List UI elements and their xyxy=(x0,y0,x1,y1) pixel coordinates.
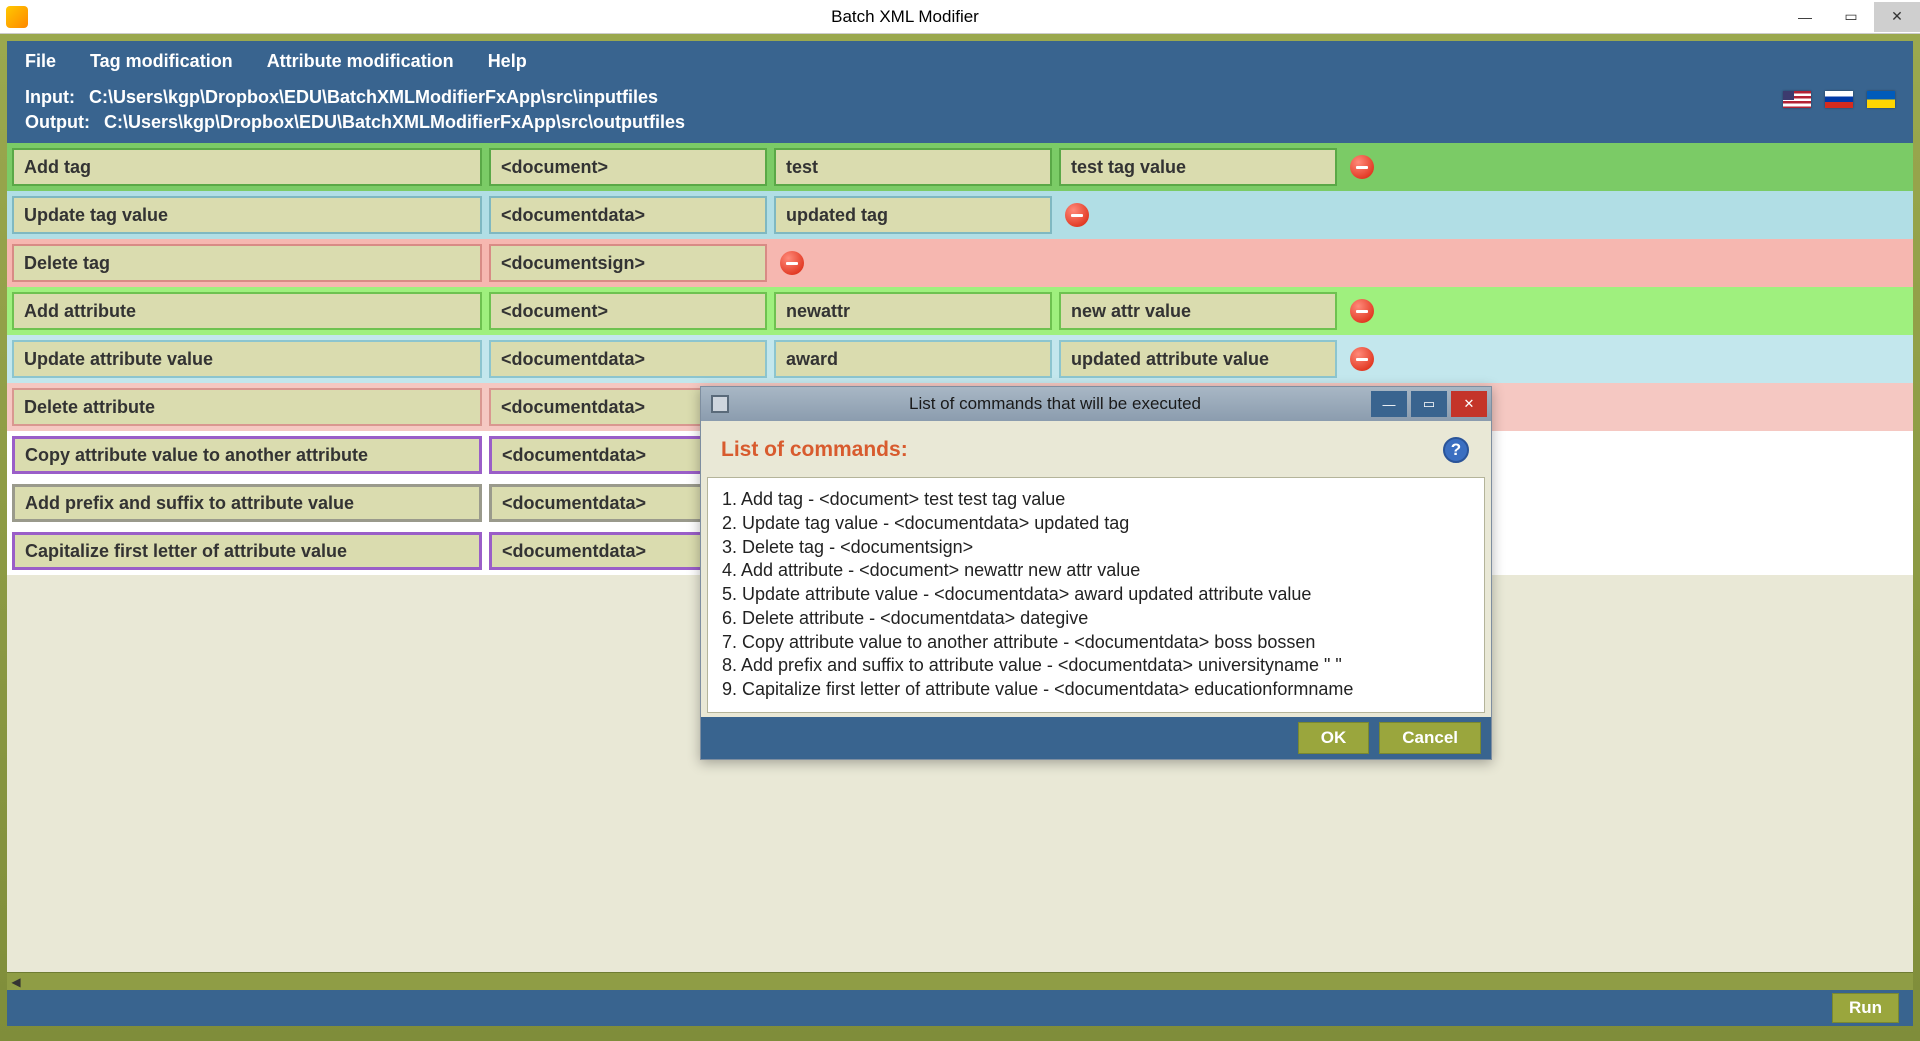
flag-us-icon[interactable] xyxy=(1783,91,1811,108)
dialog-maximize-button[interactable]: ▭ xyxy=(1411,391,1447,417)
dialog-list-item: 9. Capitalize first letter of attribute … xyxy=(722,678,1470,702)
dialog-header-text: List of commands: xyxy=(721,438,908,462)
dialog-list-item: 5. Update attribute value - <documentdat… xyxy=(722,583,1470,607)
output-label: Output: xyxy=(25,112,90,133)
dialog-window-controls: — ▭ ✕ xyxy=(1371,391,1491,417)
commands-dialog: List of commands that will be executed —… xyxy=(700,386,1492,760)
action-cell[interactable]: Delete tag xyxy=(12,244,482,282)
remove-icon[interactable] xyxy=(1350,347,1374,371)
tag-cell[interactable]: <document> xyxy=(489,292,767,330)
tag-cell[interactable]: <document> xyxy=(489,148,767,186)
help-icon[interactable]: ? xyxy=(1443,437,1469,463)
bottom-bar: Run xyxy=(7,990,1913,1026)
command-row: Update attribute value<documentdata>awar… xyxy=(7,335,1913,383)
app-icon xyxy=(6,6,28,28)
output-path-row: Output: C:\Users\kgp\Dropbox\EDU\BatchXM… xyxy=(25,112,685,133)
scroll-left-icon[interactable]: ◀ xyxy=(7,973,25,991)
window-controls: — ▭ ✕ xyxy=(1782,2,1920,32)
action-cell[interactable]: Add tag xyxy=(12,148,482,186)
value1-cell[interactable]: newattr xyxy=(774,292,1052,330)
value1-cell[interactable]: award xyxy=(774,340,1052,378)
dialog-command-list: 1. Add tag - <document> test test tag va… xyxy=(707,477,1485,713)
remove-icon[interactable] xyxy=(1065,203,1089,227)
menu-help[interactable]: Help xyxy=(488,51,527,72)
dialog-list-item: 8. Add prefix and suffix to attribute va… xyxy=(722,654,1470,678)
dialog-list-item: 3. Delete tag - <documentsign> xyxy=(722,536,1470,560)
value1-cell[interactable]: updated tag xyxy=(774,196,1052,234)
language-flags xyxy=(1783,87,1895,133)
input-path: C:\Users\kgp\Dropbox\EDU\BatchXMLModifie… xyxy=(89,87,658,108)
dialog-titlebar: List of commands that will be executed —… xyxy=(701,387,1491,421)
remove-icon[interactable] xyxy=(1350,299,1374,323)
command-row: Add tag<document>testtest tag value xyxy=(7,143,1913,191)
dialog-close-button[interactable]: ✕ xyxy=(1451,391,1487,417)
dialog-body: List of commands: ? 1. Add tag - <docume… xyxy=(701,421,1491,759)
value2-cell[interactable]: updated attribute value xyxy=(1059,340,1337,378)
output-path: C:\Users\kgp\Dropbox\EDU\BatchXMLModifie… xyxy=(104,112,685,133)
dialog-list-item: 2. Update tag value - <documentdata> upd… xyxy=(722,512,1470,536)
dialog-list-item: 7. Copy attribute value to another attri… xyxy=(722,631,1470,655)
flag-ua-icon[interactable] xyxy=(1867,91,1895,108)
horizontal-scrollbar[interactable]: ◀ xyxy=(7,972,1913,990)
command-row: Add attribute<document>newattrnew attr v… xyxy=(7,287,1913,335)
dialog-list-item: 4. Add attribute - <document> newattr ne… xyxy=(722,559,1470,583)
dialog-ok-button[interactable]: OK xyxy=(1298,722,1370,754)
tag-cell[interactable]: <documentdata> xyxy=(489,340,767,378)
menu-file[interactable]: File xyxy=(25,51,56,72)
action-cell[interactable]: Capitalize first letter of attribute val… xyxy=(12,532,482,570)
menu-tag-modification[interactable]: Tag modification xyxy=(90,51,233,72)
input-path-row: Input: C:\Users\kgp\Dropbox\EDU\BatchXML… xyxy=(25,87,685,108)
tag-cell[interactable]: <documentsign> xyxy=(489,244,767,282)
dialog-minimize-button[interactable]: — xyxy=(1371,391,1407,417)
menu-attribute-modification[interactable]: Attribute modification xyxy=(267,51,454,72)
action-cell[interactable]: Delete attribute xyxy=(12,388,482,426)
action-cell[interactable]: Add prefix and suffix to attribute value xyxy=(12,484,482,522)
value2-cell[interactable]: new attr value xyxy=(1059,292,1337,330)
flag-ru-icon[interactable] xyxy=(1825,91,1853,108)
command-row: Delete tag<documentsign> xyxy=(7,239,1913,287)
dialog-list-item: 6. Delete attribute - <documentdata> dat… xyxy=(722,607,1470,631)
paths-container: Input: C:\Users\kgp\Dropbox\EDU\BatchXML… xyxy=(25,87,685,133)
maximize-button[interactable]: ▭ xyxy=(1828,2,1874,32)
paths-bar: Input: C:\Users\kgp\Dropbox\EDU\BatchXML… xyxy=(7,81,1913,143)
remove-icon[interactable] xyxy=(1350,155,1374,179)
remove-icon[interactable] xyxy=(780,251,804,275)
command-row: Update tag value<documentdata>updated ta… xyxy=(7,191,1913,239)
tag-cell[interactable]: <documentdata> xyxy=(489,196,767,234)
minimize-button[interactable]: — xyxy=(1782,2,1828,32)
action-cell[interactable]: Add attribute xyxy=(12,292,482,330)
dialog-title: List of commands that will be executed xyxy=(739,394,1371,414)
dialog-header: List of commands: ? xyxy=(707,427,1485,477)
value2-cell[interactable]: test tag value xyxy=(1059,148,1337,186)
run-button[interactable]: Run xyxy=(1832,993,1899,1023)
window-title: Batch XML Modifier xyxy=(28,7,1782,27)
action-cell[interactable]: Copy attribute value to another attribut… xyxy=(12,436,482,474)
input-label: Input: xyxy=(25,87,75,108)
menu-bar: File Tag modification Attribute modifica… xyxy=(7,41,1913,81)
action-cell[interactable]: Update attribute value xyxy=(12,340,482,378)
dialog-app-icon xyxy=(711,395,729,413)
action-cell[interactable]: Update tag value xyxy=(12,196,482,234)
value1-cell[interactable]: test xyxy=(774,148,1052,186)
window-titlebar: Batch XML Modifier — ▭ ✕ xyxy=(0,0,1920,34)
dialog-cancel-button[interactable]: Cancel xyxy=(1379,722,1481,754)
dialog-list-item: 1. Add tag - <document> test test tag va… xyxy=(722,488,1470,512)
dialog-footer: OK Cancel xyxy=(701,717,1491,759)
close-button[interactable]: ✕ xyxy=(1874,2,1920,32)
